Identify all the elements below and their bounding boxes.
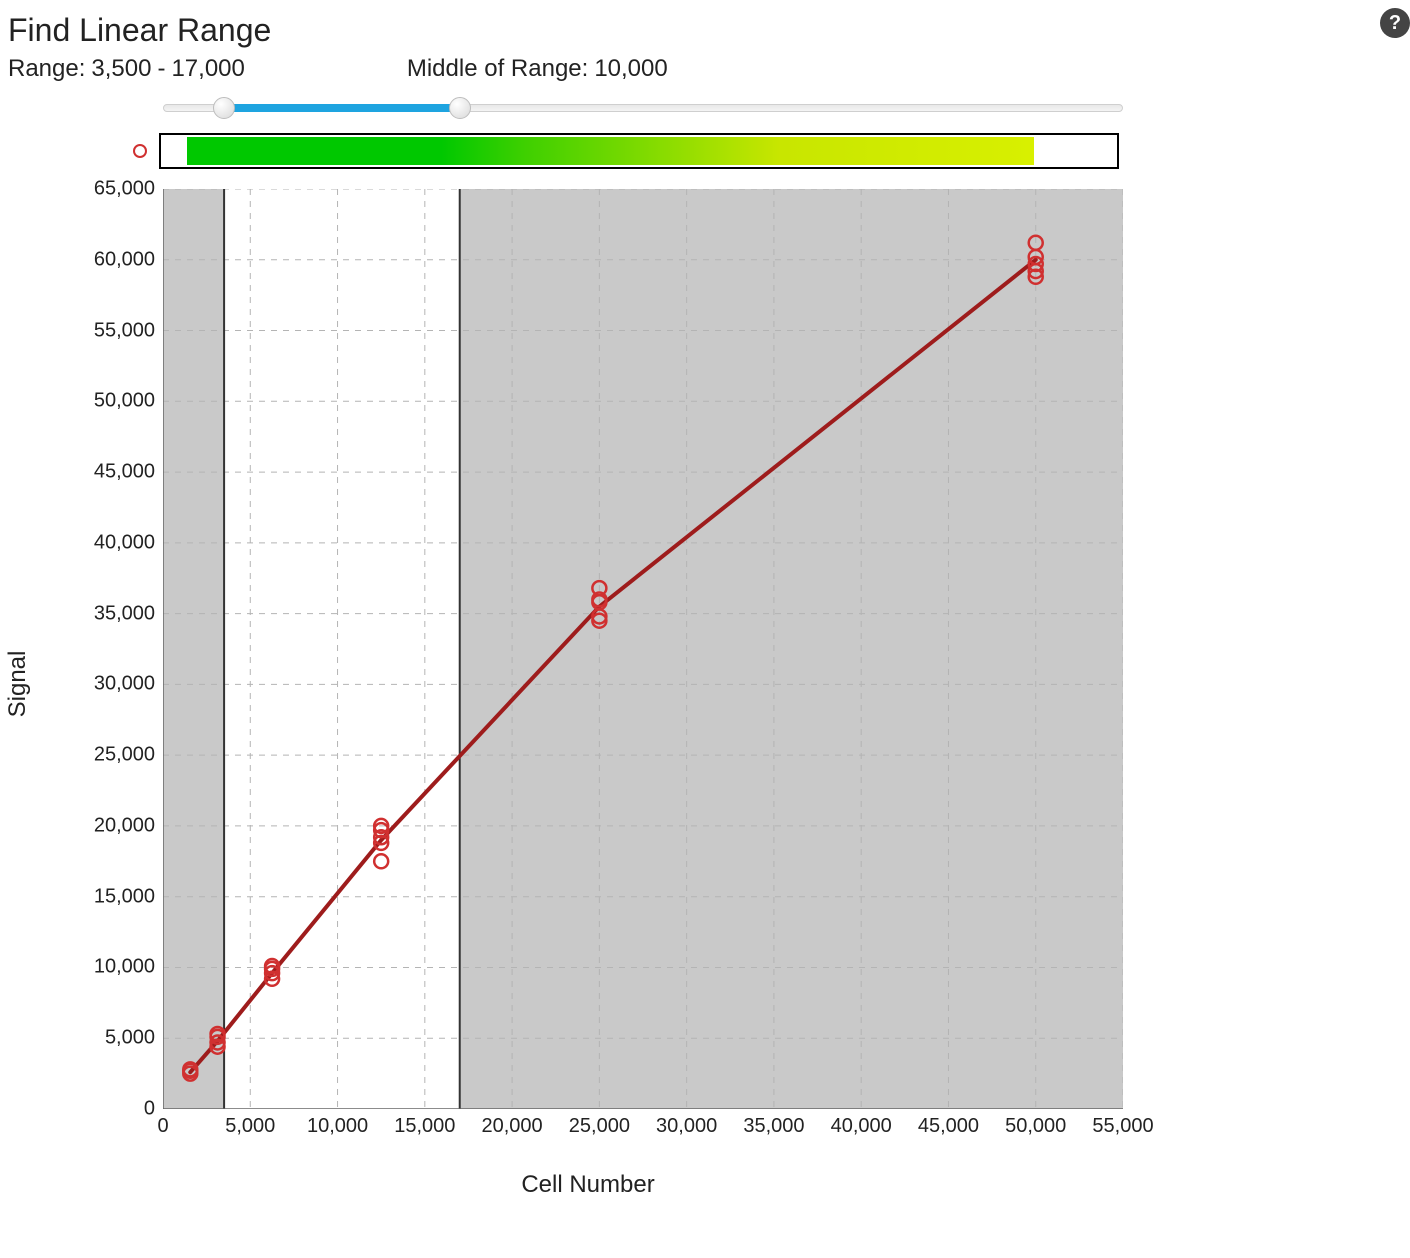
x-tick: 25,000 [569,1109,630,1138]
saturation-bar-fill [187,137,1034,165]
slider-selected-range [224,104,460,112]
x-tick: 5,000 [225,1109,275,1138]
range-low: 3,500 [91,55,151,83]
x-tick: 10,000 [307,1109,368,1138]
range-mid-value: 10,000 [594,55,667,83]
range-label: Range: [8,55,85,83]
slider-thumb-low[interactable] [213,97,235,119]
x-tick: 40,000 [831,1109,892,1138]
y-tick: 65,000 [94,178,163,201]
x-tick: 45,000 [918,1109,979,1138]
x-tick: 35,000 [743,1109,804,1138]
range-slider[interactable] [163,95,1123,119]
range-sep: - [157,55,165,83]
x-tick: 50,000 [1005,1109,1066,1138]
y-tick: 55,000 [94,319,163,342]
x-axis-label: Cell Number [8,1171,1168,1199]
x-tick: 55,000 [1092,1109,1153,1138]
y-axis-label: Signal [4,651,32,718]
y-tick: 10,000 [94,956,163,979]
y-tick: 45,000 [94,461,163,484]
slider-thumb-high[interactable] [449,97,471,119]
range-high: 17,000 [171,55,244,83]
x-tick: 0 [157,1109,168,1138]
y-tick: 5,000 [105,1027,163,1050]
y-tick: 60,000 [94,248,163,271]
range-summary: Range: 3,500 - 17,000 Middle of Range: 1… [8,55,1402,83]
x-tick: 30,000 [656,1109,717,1138]
y-tick: 20,000 [94,814,163,837]
range-mid-label: Middle of Range: [407,55,588,83]
saturation-legend-icon [133,144,147,158]
chart-plot-area: 05,00010,00015,00020,00025,00030,00035,0… [163,189,1123,1109]
y-tick: 30,000 [94,673,163,696]
y-tick: 15,000 [94,885,163,908]
y-tick: 40,000 [94,531,163,554]
page-title: Find Linear Range [8,12,1402,49]
y-tick: 50,000 [94,390,163,413]
help-icon[interactable]: ? [1380,8,1410,38]
x-tick: 15,000 [394,1109,455,1138]
x-tick: 20,000 [481,1109,542,1138]
saturation-bar [159,133,1119,169]
y-tick: 35,000 [94,602,163,625]
y-tick: 25,000 [94,744,163,767]
